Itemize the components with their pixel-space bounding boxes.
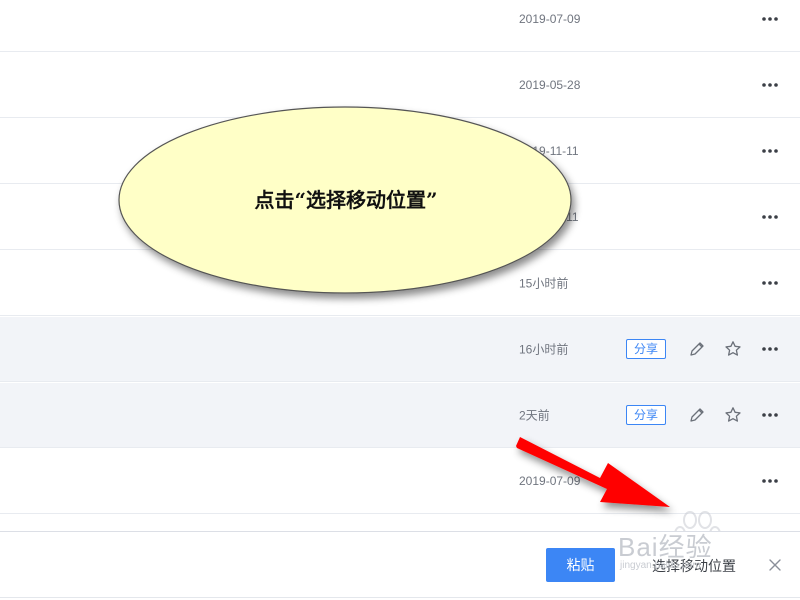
file-modified-date: 2019-11-11 (519, 144, 579, 158)
close-icon[interactable] (768, 558, 782, 572)
file-row[interactable]: 15小时前 (0, 251, 800, 316)
file-modified-date: 2019-07-09 (519, 474, 581, 488)
watermark-subtext: jingyan.baidu.com (620, 560, 701, 571)
file-modified-date: 15小时前 (519, 276, 569, 291)
more-options-icon[interactable] (761, 148, 779, 154)
file-modified-date: 16小时前 (519, 342, 569, 357)
more-options-icon[interactable] (761, 280, 779, 286)
more-options-icon[interactable] (761, 82, 779, 88)
file-row[interactable]: 2019-07-09 (0, 0, 800, 52)
more-options-icon[interactable] (761, 346, 779, 352)
file-row[interactable]: 16小时前 分享 (0, 317, 800, 382)
share-button[interactable]: 分享 (626, 339, 666, 359)
more-options-icon[interactable] (761, 214, 779, 220)
file-row[interactable]: 2019-05-28 (0, 53, 800, 118)
app-root: 2019-07-09 2019-05-28 2019-11-11 2018-11-11… (0, 0, 800, 600)
bottom-bar-divider (0, 597, 800, 598)
star-favorite-icon[interactable] (724, 340, 742, 358)
file-row[interactable]: 2019-11-11 (0, 119, 800, 184)
file-modified-date: 2019-07-09 (519, 12, 581, 26)
paste-button[interactable]: 粘贴 (546, 548, 615, 582)
more-options-icon[interactable] (761, 16, 779, 22)
callout-text: 点击“选择移动位置” (254, 188, 438, 212)
pencil-edit-icon[interactable] (688, 406, 706, 424)
more-options-icon[interactable] (761, 412, 779, 418)
star-favorite-icon[interactable] (724, 406, 742, 424)
more-options-icon[interactable] (761, 478, 779, 484)
watermark-text: Bai经验 (618, 532, 713, 562)
file-modified-date: 2018-11-11 (519, 210, 579, 224)
share-button[interactable]: 分享 (626, 405, 666, 425)
pencil-edit-icon[interactable] (688, 340, 706, 358)
file-row[interactable]: 2天前 分享 (0, 383, 800, 448)
file-modified-date: 2019-05-28 (519, 78, 581, 92)
file-modified-date: 2天前 (519, 408, 550, 423)
